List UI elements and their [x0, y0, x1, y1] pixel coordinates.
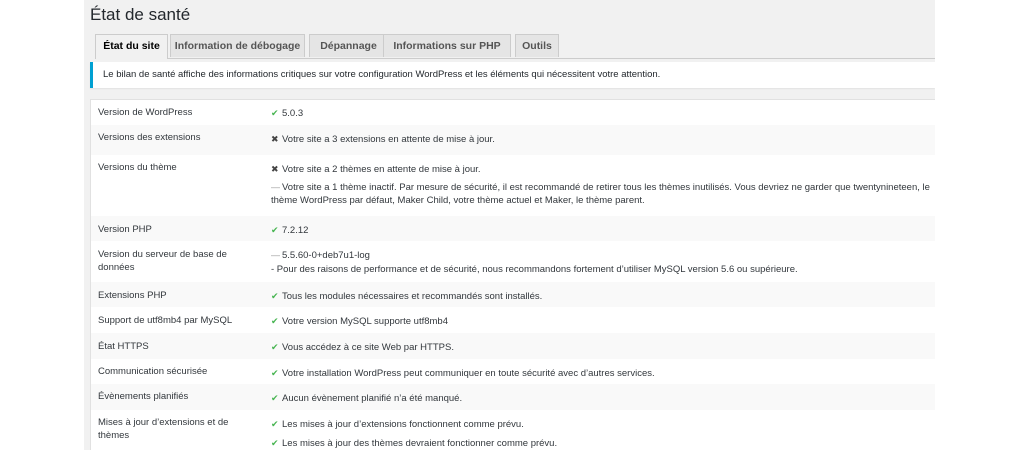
table-row: Version de WordPress ✔ 5.0.3 — [91, 100, 935, 125]
table-row: Communication sécurisée ✔ Votre installat… — [91, 359, 935, 384]
table-row: Version PHP ✔ 7.2.12 — [91, 216, 935, 241]
status-text: 7.2.12 — [282, 225, 309, 236]
status-text: Votre site a 2 thèmes en attente de mise… — [282, 164, 481, 175]
row-label: Version PHP — [98, 224, 152, 235]
check-icon: ✔ — [271, 342, 279, 352]
status-text: Les mises à jour des thèmes devraient fo… — [282, 438, 558, 449]
cross-icon: ✖ — [271, 164, 279, 174]
row-label: Version de WordPress — [98, 107, 193, 118]
status-text: 5.5.60-0+deb7u1-log — [282, 250, 370, 261]
status-text: Vous accédez à ce site Web par HTTPS. — [282, 342, 454, 353]
status-text: Votre version MySQL supporte utf8mb4 — [282, 316, 448, 327]
table-row: Extensions PHP ✔ Tous les modules nécessa… — [91, 282, 935, 307]
tab-php-info[interactable]: Informations sur PHP — [383, 34, 511, 57]
table-row: Versions des extensions ✖ Votre site a 3 … — [91, 125, 935, 155]
row-label: État HTTPS — [98, 341, 149, 352]
check-icon: ✔ — [271, 368, 279, 378]
table-row: Versions du thème ✖ Votre site a 2 thèmes… — [91, 155, 935, 216]
status-text: Tous les modules nécessaires et recomman… — [282, 291, 543, 302]
check-icon: ✔ — [271, 393, 279, 403]
site-health-panel: État de santé État du site Information d… — [84, 0, 935, 450]
tab-troubleshooting[interactable]: Dépannage — [309, 34, 388, 57]
status-text: - Pour des raisons de performance et de … — [271, 264, 798, 275]
check-icon: ✔ — [271, 438, 279, 448]
status-text: 5.0.3 — [282, 108, 304, 119]
row-label: Version du serveur de base de données — [98, 249, 227, 273]
cross-icon: ✖ — [271, 134, 279, 144]
row-label: Communication sécurisée — [98, 366, 208, 377]
check-icon: ✔ — [271, 291, 279, 301]
dash-icon: — — [271, 250, 280, 260]
info-notice: Le bilan de santé affiche des informatio… — [90, 62, 935, 88]
page-title: État de santé — [90, 5, 191, 24]
table-row: Évènements planifiés ✔ Aucun évènement pl… — [91, 384, 935, 410]
table-row: État HTTPS ✔ Vous accédez à ce site Web p… — [91, 333, 935, 359]
status-text: Votre site a 1 thème inactif. Par mesure… — [271, 182, 930, 206]
status-text: Aucun évènement planifié n’a été manqué. — [282, 393, 463, 404]
tab-bar: État du site Information de débogage Dép… — [95, 34, 935, 59]
row-label: Support de utf8mb4 par MySQL — [98, 315, 233, 326]
row-label: Versions des extensions — [98, 132, 201, 143]
check-icon: ✔ — [271, 108, 279, 118]
row-label: Mises à jour d’extensions et de thèmes — [98, 417, 229, 441]
status-text: Les mises à jour d’extensions fonctionne… — [282, 419, 524, 430]
check-icon: ✔ — [271, 316, 279, 326]
tab-tools[interactable]: Outils — [515, 34, 559, 57]
row-label: Versions du thème — [98, 162, 177, 173]
check-icon: ✔ — [271, 225, 279, 235]
table-row: Version du serveur de base de données —5… — [91, 241, 935, 282]
table-row: Mises à jour d’extensions et de thèmes ✔… — [91, 410, 935, 450]
status-text: Votre installation WordPress peut commun… — [282, 368, 655, 379]
dash-icon: — — [271, 182, 280, 192]
health-check-table: Version de WordPress ✔ 5.0.3 Versions des… — [90, 99, 935, 450]
row-label: Évènements planifiés — [98, 391, 189, 402]
tab-debug-info[interactable]: Information de débogage — [170, 34, 305, 57]
check-icon: ✔ — [271, 419, 279, 429]
table-row: Support de utf8mb4 par MySQL ✔ Votre vers… — [91, 307, 935, 333]
status-text: Votre site a 3 extensions en attente de … — [282, 134, 495, 145]
row-label: Extensions PHP — [98, 290, 167, 301]
tab-site-status[interactable]: État du site — [95, 34, 168, 59]
